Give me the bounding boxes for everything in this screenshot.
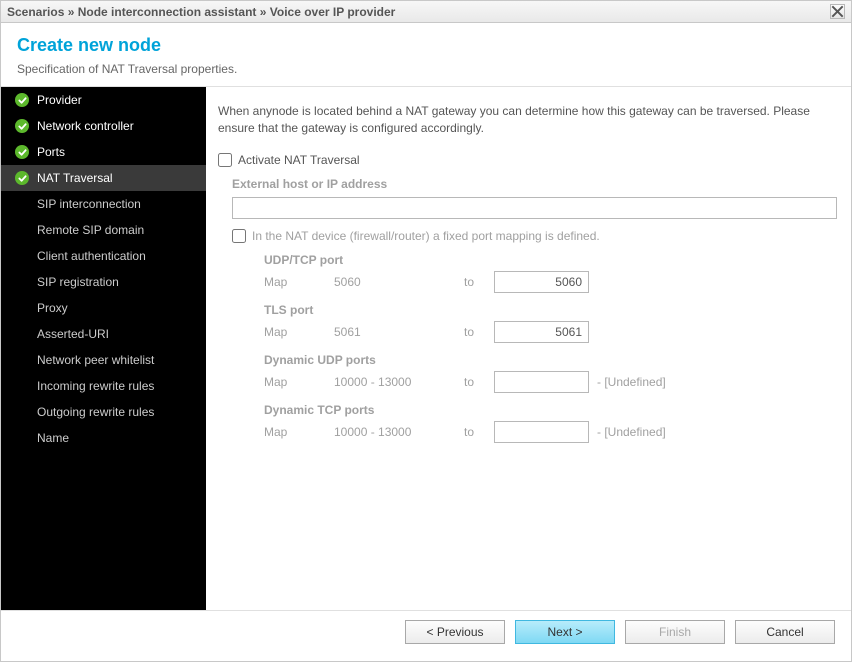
dyn-udp-row: Map 10000 - 13000 to - [Undefined] <box>264 371 835 393</box>
fixed-mapping-row: In the NAT device (firewall/router) a fi… <box>232 229 835 243</box>
sidebar-item-proxy[interactable]: Proxy <box>1 295 206 321</box>
sidebar-item-label: Network peer whitelist <box>37 353 154 367</box>
wizard-body: Provider Network controller Ports NAT Trave… <box>1 87 851 610</box>
dyn-tcp-suffix: - [Undefined] <box>597 425 666 439</box>
finish-button[interactable]: Finish <box>625 620 725 644</box>
sidebar-item-outgoing-rewrite-rules[interactable]: Outgoing rewrite rules <box>1 399 206 425</box>
dyn-udp-from-value: 10000 - 13000 <box>334 375 464 389</box>
dyn-udp-suffix: - [Undefined] <box>597 375 666 389</box>
sidebar-item-label: Name <box>37 431 69 445</box>
sidebar-item-label: Outgoing rewrite rules <box>37 405 154 419</box>
sidebar-item-label: Remote SIP domain <box>37 223 144 237</box>
sidebar-item-label: Proxy <box>37 301 68 315</box>
sidebar-item-label: SIP interconnection <box>37 197 141 211</box>
close-icon <box>831 5 844 18</box>
sidebar-item-label: SIP registration <box>37 275 119 289</box>
udp-to-input[interactable] <box>494 271 589 293</box>
page-subtitle: Specification of NAT Traversal propertie… <box>17 62 835 76</box>
sidebar-item-sip-registration[interactable]: SIP registration <box>1 269 206 295</box>
sidebar-item-name[interactable]: Name <box>1 425 206 451</box>
udp-port-title: UDP/TCP port <box>264 253 835 267</box>
fixed-mapping-checkbox[interactable] <box>232 229 246 243</box>
udp-port-row: Map 5060 to <box>264 271 835 293</box>
dyn-udp-title: Dynamic UDP ports <box>264 353 835 367</box>
cancel-button[interactable]: Cancel <box>735 620 835 644</box>
sidebar-item-incoming-rewrite-rules[interactable]: Incoming rewrite rules <box>1 373 206 399</box>
check-icon <box>15 119 29 133</box>
sidebar-item-network-peer-whitelist[interactable]: Network peer whitelist <box>1 347 206 373</box>
dyn-tcp-title: Dynamic TCP ports <box>264 403 835 417</box>
to-label: to <box>464 275 494 289</box>
to-label: to <box>464 375 494 389</box>
sidebar-item-label: Asserted-URI <box>37 327 109 341</box>
sidebar-item-label: Incoming rewrite rules <box>37 379 154 393</box>
check-icon <box>15 93 29 107</box>
sidebar-item-client-authentication[interactable]: Client authentication <box>1 243 206 269</box>
tls-port-title: TLS port <box>264 303 835 317</box>
check-icon <box>15 171 29 185</box>
activate-nat-row: Activate NAT Traversal <box>218 153 835 167</box>
map-label: Map <box>264 275 334 289</box>
sidebar-item-label: Client authentication <box>37 249 146 263</box>
activate-nat-checkbox[interactable] <box>218 153 232 167</box>
ext-host-label: External host or IP address <box>232 177 835 191</box>
map-label: Map <box>264 325 334 339</box>
tls-to-input[interactable] <box>494 321 589 343</box>
page-title: Create new node <box>17 35 835 56</box>
sidebar-item-nat-traversal[interactable]: NAT Traversal <box>1 165 206 191</box>
to-label: to <box>464 325 494 339</box>
udp-from-value: 5060 <box>334 275 464 289</box>
to-label: to <box>464 425 494 439</box>
intro-text: When anynode is located behind a NAT gat… <box>218 103 835 137</box>
dyn-tcp-to-input[interactable] <box>494 421 589 443</box>
check-icon <box>15 145 29 159</box>
wizard-header: Create new node Specification of NAT Tra… <box>1 23 851 87</box>
titlebar: Scenarios » Node interconnection assista… <box>1 1 851 23</box>
map-label: Map <box>264 425 334 439</box>
sidebar-item-asserted-uri[interactable]: Asserted-URI <box>1 321 206 347</box>
dyn-tcp-from-value: 10000 - 13000 <box>334 425 464 439</box>
sidebar-item-provider[interactable]: Provider <box>1 87 206 113</box>
sidebar-item-label: NAT Traversal <box>37 171 113 185</box>
wizard-footer: < Previous Next > Finish Cancel <box>1 610 851 652</box>
map-label: Map <box>264 375 334 389</box>
sidebar-item-label: Ports <box>37 145 65 159</box>
tls-port-row: Map 5061 to <box>264 321 835 343</box>
close-button[interactable] <box>830 4 845 19</box>
fixed-mapping-label: In the NAT device (firewall/router) a fi… <box>252 229 600 243</box>
next-button[interactable]: Next > <box>515 620 615 644</box>
sidebar-item-network-controller[interactable]: Network controller <box>1 113 206 139</box>
tls-from-value: 5061 <box>334 325 464 339</box>
wizard-content: When anynode is located behind a NAT gat… <box>206 87 851 610</box>
sidebar-item-sip-interconnection[interactable]: SIP interconnection <box>1 191 206 217</box>
activate-nat-label: Activate NAT Traversal <box>238 153 360 167</box>
dyn-tcp-row: Map 10000 - 13000 to - [Undefined] <box>264 421 835 443</box>
ext-host-input[interactable] <box>232 197 837 219</box>
sidebar-item-remote-sip-domain[interactable]: Remote SIP domain <box>1 217 206 243</box>
sidebar-item-label: Provider <box>37 93 82 107</box>
previous-button[interactable]: < Previous <box>405 620 505 644</box>
breadcrumb: Scenarios » Node interconnection assista… <box>7 5 395 19</box>
wizard-sidebar: Provider Network controller Ports NAT Trave… <box>1 87 206 610</box>
sidebar-item-ports[interactable]: Ports <box>1 139 206 165</box>
sidebar-item-label: Network controller <box>37 119 134 133</box>
dyn-udp-to-input[interactable] <box>494 371 589 393</box>
